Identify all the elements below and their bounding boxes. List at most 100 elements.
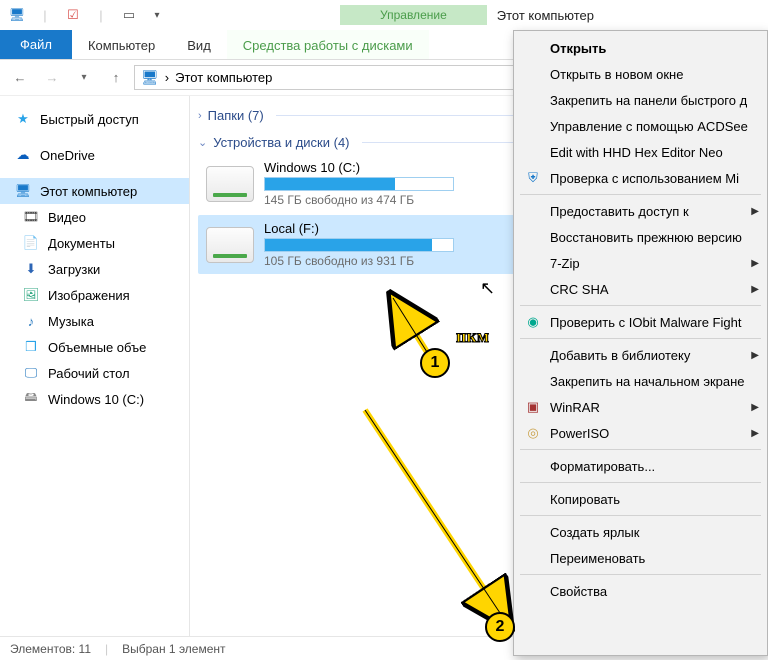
ctx-label: Edit with HHD Hex Editor Neo <box>550 145 723 160</box>
sidebar-item-windows10-c[interactable]: 🖴 Windows 10 (C:) <box>0 386 189 412</box>
window-title: Этот компьютер <box>487 8 594 23</box>
breadcrumb-location[interactable]: Этот компьютер <box>175 70 272 85</box>
chevron-right-icon: ▶ <box>751 428 759 439</box>
ctx-separator <box>520 194 761 195</box>
ctx-grant-access[interactable]: Предоставить доступ к ▶ <box>516 198 765 224</box>
music-icon: ♪ <box>22 314 40 329</box>
ctx-label: Закрепить на панели быстрого д <box>550 93 747 108</box>
usage-fill <box>265 239 432 251</box>
nav-forward-button[interactable]: → <box>38 64 66 92</box>
documents-icon: 📄 <box>22 235 40 251</box>
ctx-properties[interactable]: Свойства <box>516 578 765 604</box>
sidebar-item-music[interactable]: ♪ Музыка <box>0 308 189 334</box>
chevron-right-icon: ▶ <box>751 284 759 295</box>
sidebar-item-label: Быстрый доступ <box>40 112 139 127</box>
ctx-create-shortcut[interactable]: Создать ярлык <box>516 519 765 545</box>
sidebar-item-quick-access[interactable]: ★ Быстрый доступ <box>0 106 189 132</box>
ribbon-tab-disk-tools[interactable]: Средства работы с дисками <box>227 30 429 59</box>
ctx-separator <box>520 515 761 516</box>
ctx-pin-start[interactable]: Закрепить на начальном экране <box>516 368 765 394</box>
winrar-icon: ▣ <box>524 399 542 415</box>
ctx-open[interactable]: Открыть <box>516 35 765 61</box>
ctx-crc-sha[interactable]: CRC SHA ▶ <box>516 276 765 302</box>
ctx-acdsee[interactable]: Управление с помощью ACDSee <box>516 113 765 139</box>
chevron-right-icon: ▶ <box>751 206 759 217</box>
ctx-defender-scan[interactable]: ⛨ Проверка с использованием Mi <box>516 165 765 191</box>
pc-icon: 🖥 <box>141 69 159 86</box>
context-menu: Открыть Открыть в новом окне Закрепить н… <box>513 30 768 656</box>
ctx-add-library[interactable]: Добавить в библиотеку▶ <box>516 342 765 368</box>
usage-bar <box>264 238 454 252</box>
sidebar-item-pictures[interactable]: 🖼 Изображения <box>0 282 189 308</box>
ctx-pin-quick-access[interactable]: Закрепить на панели быстрого д <box>516 87 765 113</box>
download-icon: ⬇ <box>22 261 40 277</box>
divider: | <box>105 642 108 656</box>
properties-checkbox-icon[interactable]: ☑ <box>60 3 86 27</box>
group-label: Папки (7) <box>208 108 264 123</box>
desktop-icon: 🖵 <box>22 365 40 381</box>
sidebar-item-this-pc[interactable]: 🖥 Этот компьютер <box>0 178 189 204</box>
ctx-poweriso[interactable]: ◎PowerISO▶ <box>516 420 765 446</box>
breadcrumb-chevron[interactable]: › <box>165 70 169 85</box>
drive-name: Windows 10 (C:) <box>264 160 454 175</box>
ctx-label: Копировать <box>550 492 620 507</box>
chevron-right-icon: › <box>198 110 202 122</box>
sidebar-item-downloads[interactable]: ⬇ Загрузки <box>0 256 189 282</box>
ctx-rename[interactable]: Переименовать <box>516 545 765 571</box>
ctx-7zip[interactable]: 7-Zip▶ <box>516 250 765 276</box>
sidebar-item-documents[interactable]: 📄 Документы <box>0 230 189 256</box>
chevron-right-icon: ▶ <box>751 350 759 361</box>
nav-pane[interactable]: ★ Быстрый доступ ☁ OneDrive 🖥 Этот компь… <box>0 96 190 636</box>
ctx-separator <box>520 338 761 339</box>
ctx-separator <box>520 482 761 483</box>
drive-icon <box>206 227 254 263</box>
explorer-icon[interactable]: 🖥 <box>4 3 30 27</box>
sidebar-item-label: Рабочий стол <box>48 366 130 381</box>
ctx-hex-editor[interactable]: Edit with HHD Hex Editor Neo <box>516 139 765 165</box>
chevron-right-icon: ▶ <box>751 258 759 269</box>
ctx-separator <box>520 574 761 575</box>
sidebar-item-label: OneDrive <box>40 148 95 163</box>
ctx-iobit[interactable]: ◉Проверить с IObit Malware Fight <box>516 309 765 335</box>
sidebar-item-3d-objects[interactable]: ❒ Объемные объе <box>0 334 189 360</box>
ctx-label: Свойства <box>550 584 607 599</box>
shield-icon: ⛨ <box>524 170 542 186</box>
sidebar-item-onedrive[interactable]: ☁ OneDrive <box>0 142 189 168</box>
ctx-winrar[interactable]: ▣WinRAR▶ <box>516 394 765 420</box>
sidebar-item-label: Видео <box>48 210 86 225</box>
new-folder-icon[interactable]: ▭ <box>116 3 142 27</box>
group-label: Устройства и диски (4) <box>213 135 349 150</box>
nav-up-button[interactable]: ↑ <box>102 64 130 92</box>
disc-icon: ◎ <box>524 425 542 441</box>
sidebar-item-label: Изображения <box>48 288 130 303</box>
drive-free-text: 105 ГБ свободно из 931 ГБ <box>264 254 454 268</box>
ctx-label: Предоставить доступ к <box>550 204 689 219</box>
ribbon-tab-file[interactable]: Файл <box>0 30 72 59</box>
chevron-right-icon: ▶ <box>751 402 759 413</box>
sidebar-item-label: Этот компьютер <box>40 184 137 199</box>
ctx-label: Открыть <box>550 41 606 56</box>
cloud-icon: ☁ <box>14 147 32 163</box>
sidebar-item-desktop[interactable]: 🖵 Рабочий стол <box>0 360 189 386</box>
ctx-restore-prev[interactable]: Восстановить прежнюю версию <box>516 224 765 250</box>
drive-icon <box>206 166 254 202</box>
sidebar-item-label: Загрузки <box>48 262 100 277</box>
contextual-tab-header: Управление <box>340 5 487 25</box>
video-icon: 🎞 <box>22 209 40 225</box>
ctx-label: CRC SHA <box>550 282 609 297</box>
sidebar-item-label: Windows 10 (C:) <box>48 392 144 407</box>
sidebar-item-video[interactable]: 🎞 Видео <box>0 204 189 230</box>
ribbon-tab-computer[interactable]: Компьютер <box>72 30 171 59</box>
qat-dropdown-icon[interactable]: ▾ <box>144 3 170 27</box>
nav-back-button[interactable]: ← <box>6 64 34 92</box>
ctx-label: Форматировать... <box>550 459 655 474</box>
ctx-copy[interactable]: Копировать <box>516 486 765 512</box>
ctx-label: Проверка с использованием Mi <box>550 171 739 186</box>
ribbon-tab-view[interactable]: Вид <box>171 30 227 59</box>
ctx-separator <box>520 449 761 450</box>
nav-history-dropdown[interactable]: ▾ <box>70 64 98 92</box>
pictures-icon: 🖼 <box>22 287 40 303</box>
ctx-format[interactable]: Форматировать... <box>516 453 765 479</box>
drive-name: Local (F:) <box>264 221 454 236</box>
ctx-open-new-window[interactable]: Открыть в новом окне <box>516 61 765 87</box>
